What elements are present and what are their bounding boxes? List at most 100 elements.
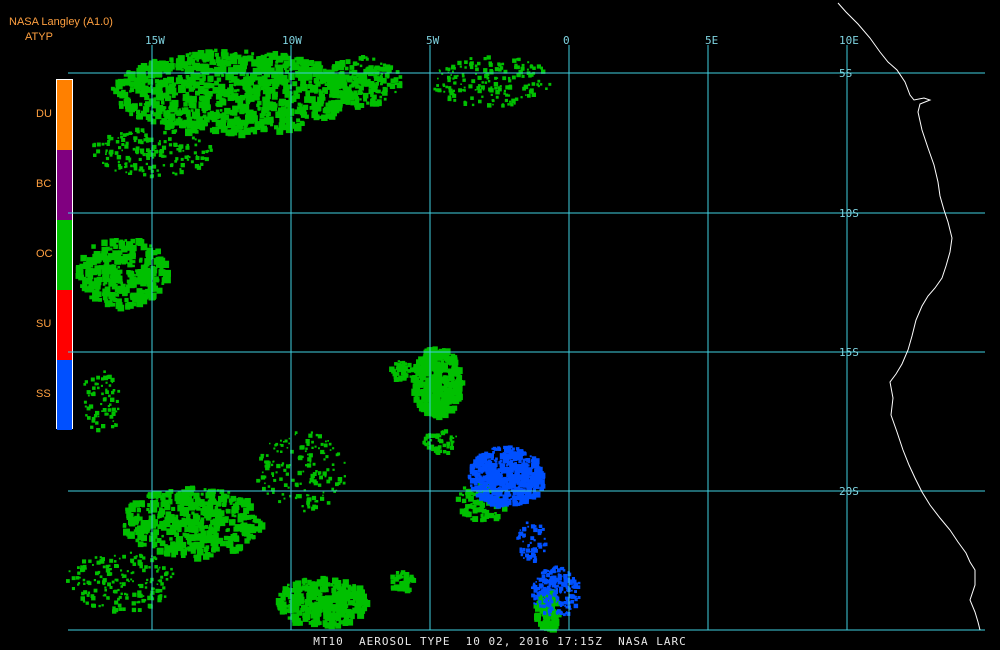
aerosol-pixel (148, 566, 151, 569)
aerosol-pixel (316, 66, 323, 73)
aerosol-pixel (423, 353, 430, 361)
aerosol-pixel (495, 89, 500, 95)
aerosol-pixel (81, 591, 85, 596)
aerosol-pixel (118, 595, 122, 599)
aerosol-pixel (439, 440, 443, 443)
aerosol-pixel (462, 89, 465, 92)
aerosol-pixel (398, 75, 403, 79)
aerosol-pixel (308, 620, 313, 625)
aerosol-pixel (296, 56, 304, 65)
aerosol-pixel (129, 551, 132, 554)
aerosol-pixel (137, 76, 141, 80)
aerosol-pixel (517, 453, 522, 458)
aerosol-pixel (204, 157, 207, 160)
aerosol-pixel (120, 132, 123, 135)
aerosol-pixel (168, 498, 173, 503)
aerosol-pixel (482, 491, 487, 496)
aerosol-pixel (310, 85, 315, 90)
aerosol-pixel (565, 612, 568, 615)
aerosol-pixel (516, 492, 521, 496)
aerosol-pixel (431, 379, 436, 383)
aerosol-pixel (276, 463, 281, 469)
aerosol-pixel (369, 84, 372, 88)
aerosol-pixel (557, 609, 561, 613)
aerosol-pixel (239, 97, 244, 102)
aerosol-pixel (160, 501, 166, 507)
aerosol-pixel (332, 94, 337, 99)
aerosol-pixel (384, 72, 390, 78)
aerosol-pixel (227, 87, 234, 95)
aerosol-pixel (135, 238, 143, 246)
aerosol-pixel (423, 365, 428, 370)
aerosol-pixel (307, 457, 312, 462)
aerosol-pixel (139, 148, 145, 153)
aerosol-pixel (153, 529, 159, 536)
aerosol-pixel (436, 450, 441, 455)
aerosol-pixel (275, 60, 279, 64)
aerosol-pixel (574, 598, 578, 602)
aerosol-pixel (101, 604, 104, 607)
aerosol-pixel (118, 607, 123, 611)
aerosol-pixel (159, 64, 166, 71)
aerosol-pixel (573, 603, 579, 609)
aerosol-pixel (331, 463, 335, 466)
aerosol-pixel (488, 482, 494, 487)
aerosol-pixel (159, 120, 165, 125)
aerosol-pixel (501, 62, 505, 66)
aerosol-pixel (440, 362, 448, 370)
aerosol-pixel (540, 479, 545, 485)
aerosol-pixel (511, 75, 516, 80)
aerosol-pixel (162, 586, 166, 590)
aerosol-pixel (477, 75, 482, 80)
aerosol-pixel (140, 140, 144, 145)
aerosol-pixel (431, 393, 435, 397)
aerosol-pixel (286, 108, 295, 116)
lat-label-5s: 5S (839, 67, 852, 80)
aerosol-pixel (158, 566, 161, 569)
aerosol-pixel (172, 171, 175, 175)
aerosol-pixel (355, 82, 359, 86)
aerosol-pixel (522, 547, 526, 552)
aerosol-pixel (332, 447, 335, 450)
aerosol-pixel (107, 408, 112, 412)
aerosol-pixel (459, 492, 463, 496)
aerosol-pixel (283, 89, 287, 93)
aerosol-pixel (182, 149, 185, 152)
aerosol-pixel (132, 264, 135, 268)
aerosol-pixel (281, 493, 285, 496)
aerosol-pixel (188, 86, 195, 92)
aerosol-pixel (531, 472, 535, 476)
aerosol-pixel (153, 278, 157, 282)
aerosol-pixel (480, 85, 485, 90)
aerosol-pixel (498, 448, 502, 451)
aerosol-pixel (345, 59, 351, 65)
aerosol-pixel (203, 82, 210, 89)
aerosol-pixel (146, 75, 150, 79)
aerosol-pixel (502, 494, 509, 501)
aerosol-pixel (158, 594, 163, 599)
aerosol-pixel (116, 84, 120, 88)
aerosol-pixel (153, 493, 158, 498)
aerosol-pixel (349, 612, 354, 617)
aerosol-pixel (126, 570, 129, 573)
aerosol-pixel (312, 107, 318, 113)
aerosol-pixel (252, 87, 256, 91)
aerosol-pixel (555, 597, 559, 601)
aerosol-pixel (190, 102, 197, 109)
aerosol-pixel (512, 486, 515, 489)
aerosol-pixel (165, 521, 169, 525)
aerosol-pixel (299, 112, 303, 116)
aerosol-pixel (488, 476, 495, 483)
aerosol-pixel (455, 496, 461, 502)
aerosol-pixel (169, 58, 174, 63)
aerosol-pixel (501, 454, 506, 459)
aerosol-pixel (373, 77, 378, 81)
aerosol-pixel (117, 603, 122, 608)
aerosol-pixel (139, 68, 146, 76)
aerosol-pixel (294, 583, 298, 587)
aerosol-pixel (492, 103, 494, 106)
aerosol-pixel (145, 531, 149, 535)
aerosol-pixel (459, 65, 462, 68)
aerosol-pixel (194, 138, 197, 141)
aerosol-pixel (305, 614, 309, 617)
